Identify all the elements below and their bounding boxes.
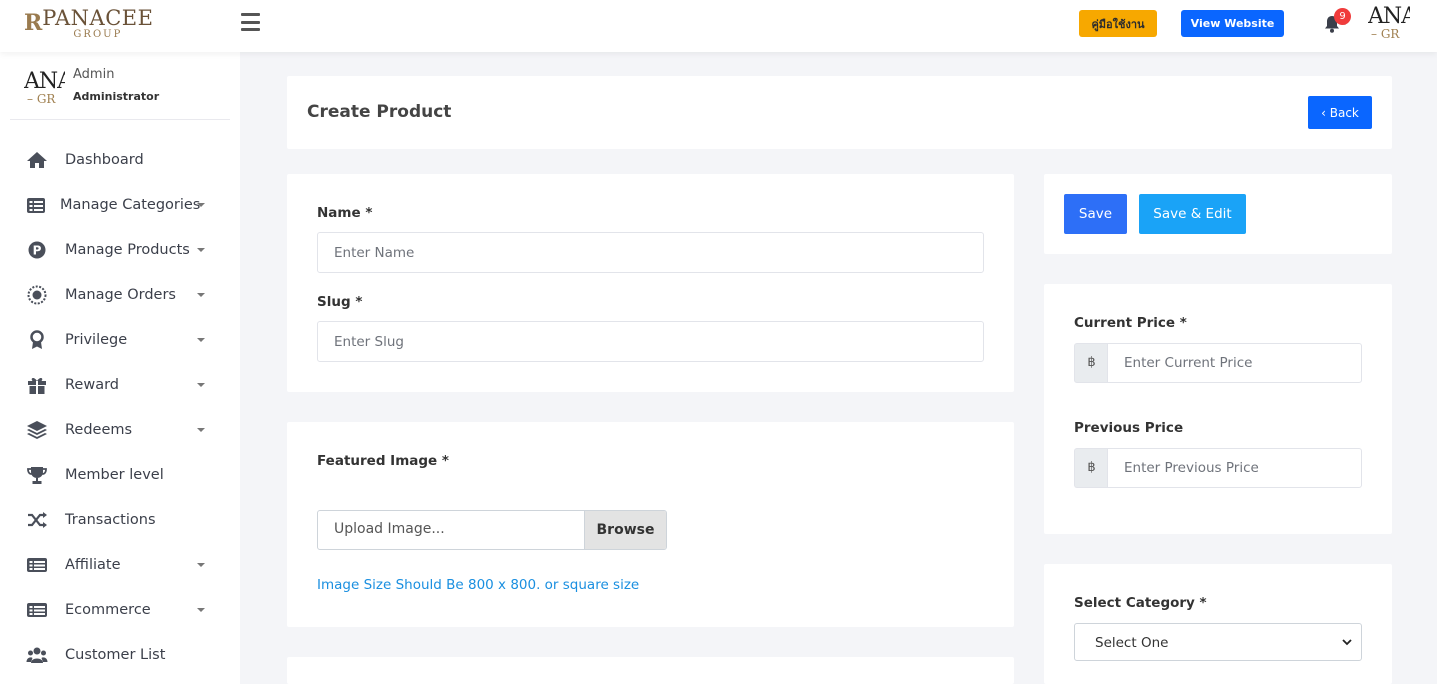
notification-count-badge: 9 bbox=[1334, 8, 1351, 25]
list-icon bbox=[27, 198, 45, 213]
save-button[interactable]: Save bbox=[1064, 194, 1127, 234]
product-p-icon: P bbox=[28, 241, 46, 259]
image-size-hint: Image Size Should Be 800 x 800. or squar… bbox=[317, 577, 640, 593]
logo-sub: GROUP bbox=[73, 28, 123, 40]
sidebar-item-label: Manage Orders bbox=[65, 287, 176, 303]
avatar-line2: – GR bbox=[27, 92, 56, 106]
name-input[interactable] bbox=[317, 232, 984, 273]
sidebar-item-ecommerce[interactable]: Ecommerce bbox=[0, 590, 240, 630]
page-header-card: Create Product bbox=[287, 76, 1392, 149]
sidebar-item-label: Reward bbox=[65, 377, 119, 393]
user-manual-button[interactable]: คู่มือใช้งาน bbox=[1079, 10, 1157, 37]
page-title: Create Product bbox=[307, 102, 452, 122]
user-name: Admin bbox=[73, 67, 115, 82]
sidebar-item-privilege[interactable]: Privilege bbox=[0, 320, 240, 360]
users-icon bbox=[26, 647, 48, 663]
sidebar-item-manage-orders[interactable]: Manage Orders bbox=[0, 275, 240, 315]
chevron-down-icon bbox=[197, 563, 205, 567]
svg-text:P: P bbox=[33, 244, 42, 258]
menu-toggle-icon[interactable] bbox=[241, 13, 260, 31]
trophy-icon bbox=[27, 467, 47, 484]
chevron-down-icon bbox=[1342, 639, 1352, 646]
category-select[interactable]: Select One bbox=[1074, 623, 1362, 661]
browse-button[interactable]: Browse bbox=[584, 511, 666, 549]
sidebar-item-label: Customer List bbox=[65, 647, 166, 663]
chevron-down-icon bbox=[197, 383, 205, 387]
sidebar-item-manage-products[interactable]: P Manage Products bbox=[0, 230, 240, 270]
currency-prefix: ฿ bbox=[1074, 343, 1108, 383]
sidebar-item-transactions[interactable]: Transactions bbox=[0, 500, 240, 540]
category-label: Select Category * bbox=[1074, 595, 1207, 611]
upload-placeholder: Upload Image... bbox=[334, 521, 445, 537]
avatar-line1: ANA bbox=[24, 71, 65, 94]
shuffle-icon bbox=[28, 512, 47, 528]
slug-input[interactable] bbox=[317, 321, 984, 362]
sidebar-item-label: Transactions bbox=[65, 512, 156, 528]
avatar-line2: – GR bbox=[1371, 27, 1400, 41]
chevron-down-icon bbox=[197, 428, 205, 432]
logo-text: PANACEE GROUP bbox=[42, 7, 153, 40]
sidebar-user: ANA – GR Admin Administrator bbox=[24, 67, 234, 107]
sidebar-item-customer-list[interactable]: Customer List bbox=[0, 635, 240, 675]
orders-icon bbox=[27, 285, 47, 305]
award-icon bbox=[30, 330, 44, 349]
save-and-edit-button[interactable]: Save & Edit bbox=[1139, 194, 1246, 234]
featured-image-label: Featured Image * bbox=[317, 453, 449, 469]
gift-icon bbox=[28, 377, 46, 394]
chevron-down-icon bbox=[197, 293, 205, 297]
chevron-down-icon bbox=[197, 338, 205, 342]
avatar-line1: ANA bbox=[1368, 6, 1410, 29]
view-website-button[interactable]: View Website bbox=[1181, 10, 1284, 37]
logo-name: PANACEE bbox=[42, 5, 154, 30]
sidebar: ANA – GR Admin Administrator Dashboard M… bbox=[0, 52, 240, 684]
category-selected-value: Select One bbox=[1095, 635, 1169, 651]
sidebar-item-label: Redeems bbox=[65, 422, 133, 438]
additional-card bbox=[287, 657, 1014, 684]
previous-price-label: Previous Price bbox=[1074, 420, 1184, 436]
current-price-label: Current Price * bbox=[1074, 315, 1187, 331]
chevron-down-icon bbox=[197, 248, 205, 252]
sidebar-item-label: Manage Categories bbox=[60, 197, 201, 213]
chevron-left-icon: ‹ bbox=[1321, 105, 1330, 120]
profile-avatar[interactable]: ANA – GR bbox=[1368, 6, 1410, 42]
home-icon bbox=[27, 152, 47, 168]
sidebar-item-label: Member level bbox=[65, 467, 164, 483]
avatar: ANA – GR bbox=[24, 71, 65, 107]
user-role: Administrator bbox=[73, 90, 160, 103]
affiliate-list-icon bbox=[27, 558, 47, 572]
sidebar-item-label: Ecommerce bbox=[65, 602, 151, 618]
notifications-button[interactable]: 9 bbox=[1322, 8, 1356, 38]
sidebar-item-label: Privilege bbox=[65, 332, 128, 348]
sidebar-item-dashboard[interactable]: Dashboard bbox=[0, 140, 240, 180]
back-button-label: Back bbox=[1329, 105, 1359, 120]
sidebar-item-label: Affiliate bbox=[65, 557, 121, 573]
sidebar-item-member-level[interactable]: Member level bbox=[0, 455, 240, 495]
sidebar-item-redeems[interactable]: Redeems bbox=[0, 410, 240, 450]
slug-label: Slug * bbox=[317, 294, 363, 310]
sidebar-item-label: Manage Products bbox=[65, 242, 190, 258]
ecommerce-list-icon bbox=[27, 603, 47, 617]
current-price-input[interactable] bbox=[1107, 343, 1362, 383]
sidebar-item-reward[interactable]: Reward bbox=[0, 365, 240, 405]
layers-icon bbox=[27, 421, 47, 439]
name-label: Name * bbox=[317, 205, 373, 221]
divider bbox=[10, 119, 230, 120]
brand-logo[interactable]: R PANACEE GROUP bbox=[24, 5, 154, 41]
sidebar-item-label: Dashboard bbox=[65, 152, 144, 168]
logo-mark: R bbox=[24, 10, 42, 36]
sidebar-item-manage-categories[interactable]: Manage Categories bbox=[0, 185, 240, 225]
chevron-down-icon bbox=[197, 203, 205, 207]
chevron-down-icon bbox=[197, 608, 205, 612]
image-upload-field[interactable]: Upload Image... Browse bbox=[317, 510, 667, 550]
currency-prefix: ฿ bbox=[1074, 448, 1108, 488]
previous-price-input[interactable] bbox=[1107, 448, 1362, 488]
top-navbar: R PANACEE GROUP คู่มือใช้งาน View Websit… bbox=[0, 0, 1437, 52]
back-button[interactable]: ‹ Back bbox=[1308, 96, 1372, 129]
sidebar-item-affiliate[interactable]: Affiliate bbox=[0, 545, 240, 585]
